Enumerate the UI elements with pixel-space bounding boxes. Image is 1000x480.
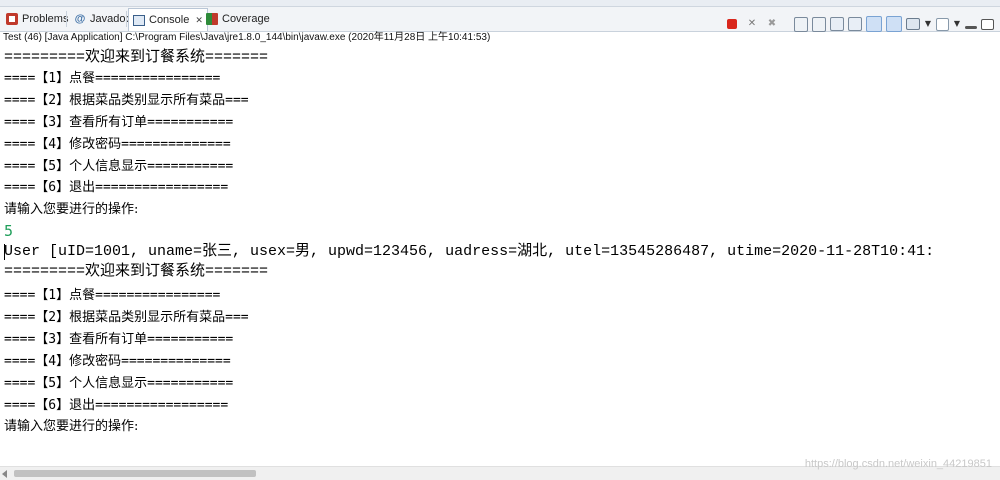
javadoc-icon: @: [74, 13, 86, 25]
show-console-on-output-icon[interactable]: [866, 16, 882, 32]
menu-line: ====【2】根据菜品类别显示所有菜品===: [4, 310, 249, 325]
tab-console[interactable]: Console ✕: [128, 8, 208, 31]
watermark: https://blog.csdn.net/weixin_44219851: [804, 458, 992, 470]
menu-line: ====【6】退出=================: [4, 180, 229, 195]
chevron-down-icon[interactable]: ▼: [924, 16, 932, 32]
close-all-icon[interactable]: ✖: [764, 16, 780, 32]
tab-label: Coverage: [222, 13, 270, 25]
scroll-lock-icon[interactable]: [812, 16, 826, 32]
menu-line: ====【1】点餐================: [4, 288, 221, 303]
menu-line: ====【4】修改密码==============: [4, 354, 231, 369]
tab-label: Problems: [22, 13, 69, 25]
minimize-icon[interactable]: [965, 25, 977, 29]
open-console-icon[interactable]: [936, 17, 949, 31]
menu-line: ====【5】个人信息显示===========: [4, 376, 234, 391]
show-console-on-error-icon[interactable]: [886, 16, 902, 32]
console-output-area[interactable]: =========欢迎来到订餐系统======= ====【1】点餐======…: [0, 47, 1000, 466]
user-record-output: User [uID=1001, uname=张三, usex=男, upwd=1…: [4, 243, 935, 260]
stop-icon[interactable]: [727, 19, 737, 29]
tab-coverage[interactable]: Coverage: [202, 9, 274, 29]
menu-line: ====【6】退出=================: [4, 398, 229, 413]
chevron-down-icon[interactable]: ▼: [953, 16, 961, 32]
display-console-icon[interactable]: [906, 18, 920, 30]
console-prompt: 请输入您要进行的操作:: [4, 419, 139, 434]
tab-divider: [66, 11, 67, 27]
problems-icon: [6, 13, 18, 25]
view-tab-bar: Problems @ Javadoc Console ✕ Coverage ✕ …: [0, 7, 1000, 32]
tab-label: Javadoc: [90, 13, 131, 25]
document-icon[interactable]: [794, 16, 808, 32]
menu-line: ====【3】查看所有订单===========: [4, 332, 234, 347]
menu-line: ====【1】点餐================: [4, 71, 221, 86]
close-icon[interactable]: ✕: [744, 16, 760, 32]
word-wrap-icon[interactable]: [830, 17, 844, 31]
maximize-icon[interactable]: [981, 18, 994, 30]
tab-problems[interactable]: Problems: [2, 9, 72, 29]
menu-line: ====【5】个人信息显示===========: [4, 159, 234, 174]
console-header: =========欢迎来到订餐系统=======: [4, 263, 269, 280]
console-icon: [133, 14, 145, 26]
process-description: Test (46) [Java Application] C:\Program …: [3, 32, 491, 43]
pin-console-icon[interactable]: [848, 17, 862, 31]
menu-line: ====【2】根据菜品类别显示所有菜品===: [4, 93, 249, 108]
console-toolbar: ✕ ✖ ▼ ▼: [724, 16, 994, 32]
coverage-icon: [206, 13, 218, 25]
window-top-strip: [0, 0, 1000, 7]
tab-divider: [126, 11, 127, 27]
console-prompt: 请输入您要进行的操作:: [4, 202, 139, 217]
console-header: =========欢迎来到订餐系统=======: [4, 49, 269, 66]
scrollbar-thumb[interactable]: [14, 470, 256, 477]
scroll-left-icon[interactable]: [2, 470, 7, 478]
user-input: 5: [4, 222, 14, 240]
menu-line: ====【3】查看所有订单===========: [4, 115, 234, 130]
menu-line: ====【4】修改密码==============: [4, 137, 231, 152]
tab-label: Console: [149, 14, 190, 26]
